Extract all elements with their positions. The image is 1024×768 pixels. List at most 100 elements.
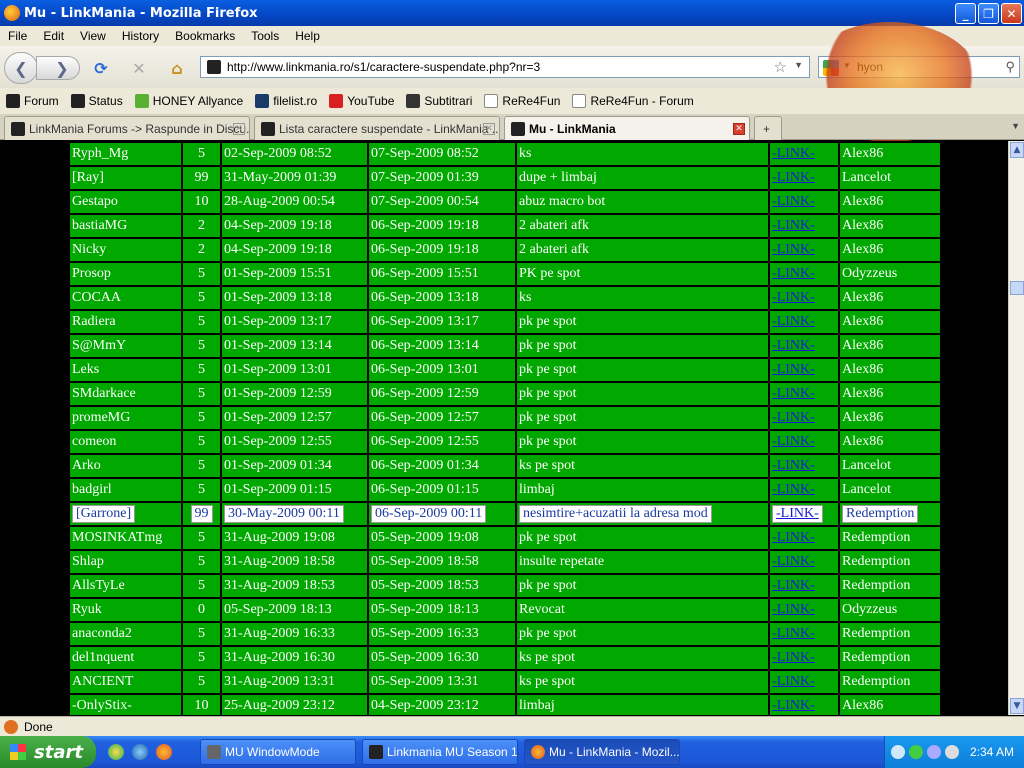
tab-linkmania-forums[interactable]: LinkMania Forums -> Raspunde in Discu...…: [4, 116, 250, 140]
menu-view[interactable]: View: [72, 29, 114, 43]
volume-icon[interactable]: [927, 745, 941, 759]
new-tab-button[interactable]: +: [754, 116, 782, 140]
end-date: 04-Sep-2009 23:12: [367, 693, 517, 715]
bookmark-star-icon[interactable]: ☆: [774, 58, 787, 76]
tray-expand-icon[interactable]: [891, 745, 905, 759]
chrome-icon[interactable]: [108, 744, 124, 760]
forward-button[interactable]: ❯: [36, 56, 80, 80]
link-anchor[interactable]: -LINK-: [772, 194, 815, 209]
link-anchor[interactable]: -LINK-: [772, 170, 815, 185]
linkmania-icon: [70, 94, 85, 108]
start-date-text: 31-May-2009 01:39: [224, 170, 337, 185]
close-tab-icon[interactable]: ✕: [233, 123, 245, 135]
menu-history[interactable]: History: [114, 29, 167, 43]
scroll-up-icon[interactable]: ▲: [1010, 142, 1024, 158]
google-icon[interactable]: [823, 60, 839, 76]
bookmark-filelist[interactable]: filelist.ro: [255, 94, 317, 108]
close-tab-icon[interactable]: ✕: [483, 123, 495, 135]
url-bar[interactable]: http://www.linkmania.ro/s1/caractere-sus…: [200, 56, 810, 78]
end-date: 06-Sep-2009 13:01: [367, 357, 517, 383]
link-anchor[interactable]: -LINK-: [772, 314, 815, 329]
link-anchor[interactable]: -LINK-: [772, 362, 815, 377]
tab-mu-linkmania[interactable]: Mu - LinkMania ✕: [504, 116, 750, 140]
dropdown-arrow-icon[interactable]: ▼: [794, 60, 803, 70]
link-anchor[interactable]: -LINK-: [772, 698, 815, 713]
link-anchor[interactable]: -LINK-: [772, 218, 815, 233]
link-anchor[interactable]: -LINK-: [772, 650, 815, 665]
moderator: Alex86: [838, 405, 942, 431]
start-date: 04-Sep-2009 19:18: [220, 213, 369, 239]
link-anchor[interactable]: -LINK-: [772, 410, 815, 425]
task-mu-windowmode[interactable]: MU WindowMode: [200, 739, 356, 765]
link-anchor[interactable]: -LINK-: [772, 266, 815, 281]
vertical-scrollbar[interactable]: ▲ ▼: [1008, 141, 1024, 715]
internet-explorer-icon[interactable]: [132, 744, 148, 760]
link-anchor[interactable]: -LINK-: [772, 482, 815, 497]
back-button[interactable]: ❮: [4, 52, 38, 84]
bookmark-forum[interactable]: Forum: [6, 94, 59, 108]
home-button[interactable]: ⌂: [166, 57, 188, 79]
link-anchor[interactable]: -LINK-: [772, 242, 815, 257]
stop-button[interactable]: ✕: [128, 57, 150, 79]
bookmark-honey-allyance[interactable]: HONEY Allyance: [134, 94, 243, 108]
engine-dropdown-icon[interactable]: ▼: [843, 61, 851, 70]
moderator: Alex86: [838, 141, 942, 167]
reason-text: nesimtire+acuzatii la adresa mod: [519, 505, 712, 523]
start-button[interactable]: start: [0, 736, 96, 768]
link-cell: -LINK-: [768, 645, 840, 671]
link-anchor[interactable]: -LINK-: [772, 530, 815, 545]
link-cell: -LINK-: [768, 213, 840, 239]
minimize-button[interactable]: _: [955, 3, 976, 24]
link-cell: -LINK-: [768, 429, 840, 455]
menu-help[interactable]: Help: [287, 29, 328, 43]
reason-text: pk pe spot: [519, 410, 577, 425]
scroll-thumb[interactable]: [1010, 281, 1024, 295]
firefox-quicklaunch-icon[interactable]: [156, 744, 172, 760]
scroll-down-icon[interactable]: ▼: [1010, 698, 1024, 714]
menu-bookmarks[interactable]: Bookmarks: [167, 29, 243, 43]
restore-button[interactable]: ❐: [978, 3, 999, 24]
end-date: 06-Sep-2009 12:57: [367, 405, 517, 431]
task-firefox[interactable]: Mu - LinkMania - Mozil...: [524, 739, 680, 765]
link-anchor[interactable]: -LINK-: [772, 434, 815, 449]
menu-tools[interactable]: Tools: [243, 29, 287, 43]
link-anchor[interactable]: -LINK-: [772, 338, 815, 353]
search-icon[interactable]: ⚲: [1005, 59, 1015, 75]
link-anchor[interactable]: -LINK-: [772, 386, 815, 401]
network-icon[interactable]: [909, 745, 923, 759]
task-linkmania-mu[interactable]: Linkmania MU Season 1: [362, 739, 518, 765]
link-anchor[interactable]: -LINK-: [772, 674, 815, 689]
moderator-text: Redemption: [842, 554, 911, 569]
search-bar[interactable]: ▼ hyon ⚲: [818, 56, 1020, 78]
link-anchor[interactable]: -LINK-: [772, 602, 815, 617]
close-button[interactable]: ✕: [1001, 3, 1022, 24]
bookmark-rere4fun-forum[interactable]: ReRe4Fun - Forum: [572, 94, 694, 108]
character-name-text: bastiaMG: [72, 218, 128, 233]
link-anchor[interactable]: -LINK-: [772, 578, 815, 593]
link-anchor[interactable]: -LINK-: [776, 506, 819, 521]
linkmania-icon: [369, 745, 383, 759]
link-cell: -LINK-: [768, 693, 840, 715]
character-name: MOSINKATmg: [68, 525, 183, 551]
bookmark-status[interactable]: Status: [70, 94, 123, 108]
menu-file[interactable]: File: [0, 29, 35, 43]
reload-button[interactable]: ⟳: [90, 57, 112, 79]
link-anchor[interactable]: -LINK-: [772, 290, 815, 305]
windows-taskbar: start MU WindowMode Linkmania MU Season …: [0, 736, 1024, 768]
bookmark-subtitrari[interactable]: Subtitrari: [406, 94, 472, 108]
tab-lista-caractere[interactable]: Lista caractere suspendate - LinkMania .…: [254, 116, 500, 140]
security-icon[interactable]: [945, 745, 959, 759]
close-tab-icon[interactable]: ✕: [733, 123, 745, 135]
link-anchor[interactable]: -LINK-: [772, 458, 815, 473]
menu-edit[interactable]: Edit: [35, 29, 72, 43]
youtube-icon: [329, 94, 344, 108]
link-anchor[interactable]: -LINK-: [772, 146, 815, 161]
link-anchor[interactable]: -LINK-: [772, 626, 815, 641]
days-count-text: 5: [198, 386, 205, 401]
table-row: badgirl 5 01-Sep-2009 01:15 06-Sep-2009 01:…: [68, 477, 942, 503]
tab-list-icon[interactable]: ▼: [1011, 121, 1020, 131]
bookmark-rere4fun[interactable]: ReRe4Fun: [484, 94, 560, 108]
bookmark-youtube[interactable]: YouTube: [329, 94, 394, 108]
days-count-text: 5: [198, 626, 205, 641]
link-anchor[interactable]: -LINK-: [772, 554, 815, 569]
